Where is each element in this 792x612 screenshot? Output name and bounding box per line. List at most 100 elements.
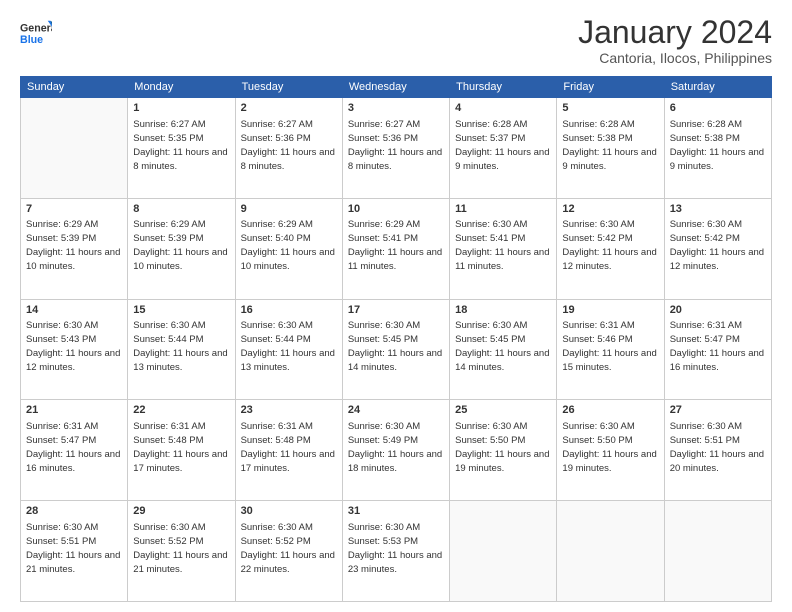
day-detail: Sunrise: 6:30 AMSunset: 5:44 PMDaylight:… <box>133 320 227 373</box>
header: General Blue January 2024 Cantoria, Iloc… <box>20 15 772 66</box>
day-number: 26 <box>562 403 658 418</box>
calendar-cell: 26 Sunrise: 6:30 AMSunset: 5:50 PMDaylig… <box>557 400 664 501</box>
day-detail: Sunrise: 6:28 AMSunset: 5:37 PMDaylight:… <box>455 119 549 172</box>
day-detail: Sunrise: 6:27 AMSunset: 5:35 PMDaylight:… <box>133 119 227 172</box>
title-block: January 2024 Cantoria, Ilocos, Philippin… <box>578 15 772 66</box>
calendar-cell <box>21 98 128 199</box>
day-detail: Sunrise: 6:30 AMSunset: 5:41 PMDaylight:… <box>455 219 549 272</box>
day-detail: Sunrise: 6:31 AMSunset: 5:46 PMDaylight:… <box>562 320 656 373</box>
calendar-cell: 4 Sunrise: 6:28 AMSunset: 5:37 PMDayligh… <box>450 98 557 199</box>
day-detail: Sunrise: 6:29 AMSunset: 5:41 PMDaylight:… <box>348 219 442 272</box>
calendar-cell: 5 Sunrise: 6:28 AMSunset: 5:38 PMDayligh… <box>557 98 664 199</box>
day-number: 23 <box>241 403 337 418</box>
calendar-cell: 11 Sunrise: 6:30 AMSunset: 5:41 PMDaylig… <box>450 198 557 299</box>
svg-text:Blue: Blue <box>20 34 43 46</box>
svg-text:General: General <box>20 22 52 34</box>
day-detail: Sunrise: 6:30 AMSunset: 5:51 PMDaylight:… <box>670 421 764 474</box>
calendar-header-sunday: Sunday <box>21 77 128 98</box>
day-number: 27 <box>670 403 766 418</box>
day-detail: Sunrise: 6:30 AMSunset: 5:51 PMDaylight:… <box>26 522 120 575</box>
calendar-cell <box>557 501 664 602</box>
calendar-header-friday: Friday <box>557 77 664 98</box>
day-number: 11 <box>455 202 551 217</box>
calendar-cell: 22 Sunrise: 6:31 AMSunset: 5:48 PMDaylig… <box>128 400 235 501</box>
day-number: 8 <box>133 202 229 217</box>
calendar-cell: 28 Sunrise: 6:30 AMSunset: 5:51 PMDaylig… <box>21 501 128 602</box>
calendar-header-wednesday: Wednesday <box>342 77 449 98</box>
logo: General Blue <box>20 15 52 51</box>
calendar-cell: 10 Sunrise: 6:29 AMSunset: 5:41 PMDaylig… <box>342 198 449 299</box>
calendar-cell: 20 Sunrise: 6:31 AMSunset: 5:47 PMDaylig… <box>664 299 771 400</box>
calendar-cell: 18 Sunrise: 6:30 AMSunset: 5:45 PMDaylig… <box>450 299 557 400</box>
day-number: 13 <box>670 202 766 217</box>
calendar-cell <box>664 501 771 602</box>
day-detail: Sunrise: 6:31 AMSunset: 5:48 PMDaylight:… <box>241 421 335 474</box>
main-title: January 2024 <box>578 15 772 50</box>
day-detail: Sunrise: 6:31 AMSunset: 5:48 PMDaylight:… <box>133 421 227 474</box>
day-number: 1 <box>133 101 229 116</box>
calendar-cell: 16 Sunrise: 6:30 AMSunset: 5:44 PMDaylig… <box>235 299 342 400</box>
day-detail: Sunrise: 6:31 AMSunset: 5:47 PMDaylight:… <box>26 421 120 474</box>
day-detail: Sunrise: 6:30 AMSunset: 5:52 PMDaylight:… <box>241 522 335 575</box>
day-number: 14 <box>26 303 122 318</box>
calendar-cell: 17 Sunrise: 6:30 AMSunset: 5:45 PMDaylig… <box>342 299 449 400</box>
day-detail: Sunrise: 6:30 AMSunset: 5:52 PMDaylight:… <box>133 522 227 575</box>
day-number: 16 <box>241 303 337 318</box>
day-detail: Sunrise: 6:30 AMSunset: 5:49 PMDaylight:… <box>348 421 442 474</box>
day-detail: Sunrise: 6:29 AMSunset: 5:40 PMDaylight:… <box>241 219 335 272</box>
day-number: 9 <box>241 202 337 217</box>
calendar-cell: 21 Sunrise: 6:31 AMSunset: 5:47 PMDaylig… <box>21 400 128 501</box>
calendar-cell: 30 Sunrise: 6:30 AMSunset: 5:52 PMDaylig… <box>235 501 342 602</box>
day-detail: Sunrise: 6:29 AMSunset: 5:39 PMDaylight:… <box>26 219 120 272</box>
day-number: 22 <box>133 403 229 418</box>
calendar-cell: 25 Sunrise: 6:30 AMSunset: 5:50 PMDaylig… <box>450 400 557 501</box>
day-detail: Sunrise: 6:30 AMSunset: 5:45 PMDaylight:… <box>455 320 549 373</box>
day-detail: Sunrise: 6:30 AMSunset: 5:50 PMDaylight:… <box>562 421 656 474</box>
calendar-cell: 19 Sunrise: 6:31 AMSunset: 5:46 PMDaylig… <box>557 299 664 400</box>
calendar-cell: 27 Sunrise: 6:30 AMSunset: 5:51 PMDaylig… <box>664 400 771 501</box>
day-number: 3 <box>348 101 444 116</box>
calendar-cell: 13 Sunrise: 6:30 AMSunset: 5:42 PMDaylig… <box>664 198 771 299</box>
day-number: 7 <box>26 202 122 217</box>
day-number: 18 <box>455 303 551 318</box>
calendar-header-tuesday: Tuesday <box>235 77 342 98</box>
logo-svg: General Blue <box>20 15 52 51</box>
page: General Blue January 2024 Cantoria, Iloc… <box>0 0 792 612</box>
day-detail: Sunrise: 6:29 AMSunset: 5:39 PMDaylight:… <box>133 219 227 272</box>
day-number: 12 <box>562 202 658 217</box>
calendar-cell: 3 Sunrise: 6:27 AMSunset: 5:36 PMDayligh… <box>342 98 449 199</box>
day-number: 10 <box>348 202 444 217</box>
subtitle: Cantoria, Ilocos, Philippines <box>578 50 772 66</box>
calendar-header-monday: Monday <box>128 77 235 98</box>
day-detail: Sunrise: 6:30 AMSunset: 5:43 PMDaylight:… <box>26 320 120 373</box>
calendar-header-saturday: Saturday <box>664 77 771 98</box>
calendar-cell: 1 Sunrise: 6:27 AMSunset: 5:35 PMDayligh… <box>128 98 235 199</box>
day-number: 31 <box>348 504 444 519</box>
calendar-cell: 7 Sunrise: 6:29 AMSunset: 5:39 PMDayligh… <box>21 198 128 299</box>
day-number: 28 <box>26 504 122 519</box>
calendar-cell: 14 Sunrise: 6:30 AMSunset: 5:43 PMDaylig… <box>21 299 128 400</box>
day-number: 24 <box>348 403 444 418</box>
day-detail: Sunrise: 6:30 AMSunset: 5:45 PMDaylight:… <box>348 320 442 373</box>
calendar-cell <box>450 501 557 602</box>
calendar-cell: 2 Sunrise: 6:27 AMSunset: 5:36 PMDayligh… <box>235 98 342 199</box>
day-number: 19 <box>562 303 658 318</box>
day-number: 17 <box>348 303 444 318</box>
day-number: 21 <box>26 403 122 418</box>
day-detail: Sunrise: 6:31 AMSunset: 5:47 PMDaylight:… <box>670 320 764 373</box>
day-number: 6 <box>670 101 766 116</box>
calendar-cell: 24 Sunrise: 6:30 AMSunset: 5:49 PMDaylig… <box>342 400 449 501</box>
calendar-cell: 12 Sunrise: 6:30 AMSunset: 5:42 PMDaylig… <box>557 198 664 299</box>
day-detail: Sunrise: 6:27 AMSunset: 5:36 PMDaylight:… <box>241 119 335 172</box>
calendar-cell: 9 Sunrise: 6:29 AMSunset: 5:40 PMDayligh… <box>235 198 342 299</box>
day-detail: Sunrise: 6:30 AMSunset: 5:50 PMDaylight:… <box>455 421 549 474</box>
calendar-cell: 31 Sunrise: 6:30 AMSunset: 5:53 PMDaylig… <box>342 501 449 602</box>
day-number: 15 <box>133 303 229 318</box>
day-detail: Sunrise: 6:30 AMSunset: 5:42 PMDaylight:… <box>670 219 764 272</box>
day-number: 29 <box>133 504 229 519</box>
calendar-cell: 29 Sunrise: 6:30 AMSunset: 5:52 PMDaylig… <box>128 501 235 602</box>
day-number: 25 <box>455 403 551 418</box>
day-detail: Sunrise: 6:30 AMSunset: 5:53 PMDaylight:… <box>348 522 442 575</box>
calendar-cell: 8 Sunrise: 6:29 AMSunset: 5:39 PMDayligh… <box>128 198 235 299</box>
day-number: 4 <box>455 101 551 116</box>
